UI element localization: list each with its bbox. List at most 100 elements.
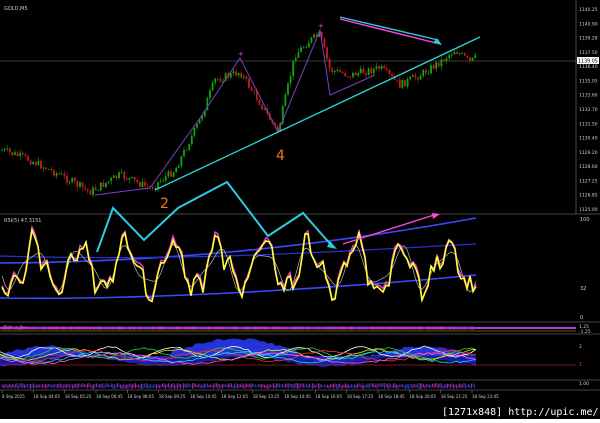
candle-body [375,66,378,69]
candle-body [99,182,102,190]
candle-body [92,187,94,195]
candle-body [443,59,445,61]
candle-body [37,160,40,165]
candle-body [190,135,193,145]
candle-body [430,65,432,74]
candle-body [463,52,466,56]
candle-body [365,73,367,75]
candle-body [138,182,141,187]
price-tick-label: 1140.25 [579,7,598,13]
price-tick-label: 1132.70 [579,107,598,113]
candle-body [144,181,146,186]
chart-canvas[interactable]: GOLD,M5 + + 2 4 1140.25 1140.90 1139.28 1137… [0,0,600,419]
time-tick-label: 18 Sep 08:05 [127,394,154,399]
candle-body [219,79,222,82]
candle-body [401,79,404,88]
rsi-level-0: 0 [580,315,583,321]
candle-body [453,52,456,55]
candle-body [235,71,237,76]
time-tick-label: 18 Sep 05:25 [65,394,92,399]
price-tick-label: 1139.28 [579,36,598,42]
candle-body [422,70,425,76]
candle-body [177,166,180,168]
fractal-marker-icon: + [238,50,244,58]
candle-body [66,175,68,183]
candle-body [50,169,53,170]
candle-body [1,149,3,151]
candle-body [313,34,315,38]
candle-body [409,76,412,80]
candle-body [76,181,79,187]
fractal-marker-icon: + [318,22,324,30]
candle-body [172,172,175,177]
candle-body [214,78,217,83]
candle-body [229,73,232,78]
candle-body [3,148,6,150]
candle-body [79,182,81,187]
time-tick-label: 18 Sep 18:45 [378,394,405,399]
price-tick-label: 1130.40 [579,136,598,142]
candle-body [331,68,334,72]
candle-body [284,94,287,107]
price-tick-label: 1126.85 [579,193,598,199]
time-tick-label: 18 Sep 22:45 [472,394,499,399]
candle-body [302,47,305,49]
candle-body [58,173,61,175]
candle-body [123,171,126,179]
candle-body [253,90,256,92]
candle-body [19,152,22,157]
candle-body [300,47,302,53]
candle-body [458,53,461,55]
candle-body [471,57,474,61]
candle-body [404,79,406,87]
candle-body [45,167,48,170]
candle-body [323,38,326,48]
candle-body [180,156,183,167]
candle-body [440,59,443,67]
candle-body [167,171,170,177]
candle-body [151,187,154,189]
candle-body [258,99,261,105]
candle-body [359,68,362,73]
price-tick-label: 1133.60 [579,93,598,99]
multi-value-2: 2 [579,344,582,350]
candle-body [261,105,263,110]
candle-body [107,181,110,183]
candle-body [372,68,375,74]
candle-body [131,176,133,178]
time-tick-label: 18 Sep 20:05 [409,394,436,399]
candle-body [27,155,29,161]
candle-body [352,72,354,77]
candle-body [164,176,167,181]
candle-body [357,73,360,76]
candle-body [162,180,165,182]
candle-body [388,69,391,74]
candle-body [68,182,71,184]
candle-body [344,73,347,76]
time-tick-label: 18 Sep 14:45 [284,394,311,399]
candle-body [362,68,365,74]
fisher-value-low: -1.25 [579,329,591,335]
candle-body [474,55,477,58]
candle-body [47,169,50,170]
candle-body [136,179,139,182]
wave-label-2: 2 [160,196,169,212]
candle-body [94,187,97,191]
candle-body [383,66,386,69]
candle-body [102,182,105,187]
candle-body [419,75,422,80]
candle-body [245,76,248,79]
candle-body [159,180,162,182]
candle-body [86,188,89,191]
candle-body [125,178,128,180]
candle-body [432,65,435,69]
candle-body [450,54,453,56]
candle-body [146,185,149,187]
multi-indicator-panel[interactable]: 2 1 [0,335,582,379]
candle-body [188,144,191,150]
candle-body [60,173,63,175]
candle-body [11,152,14,155]
candle-body [461,52,464,54]
candle-body [346,76,349,77]
candle-body [437,62,440,67]
